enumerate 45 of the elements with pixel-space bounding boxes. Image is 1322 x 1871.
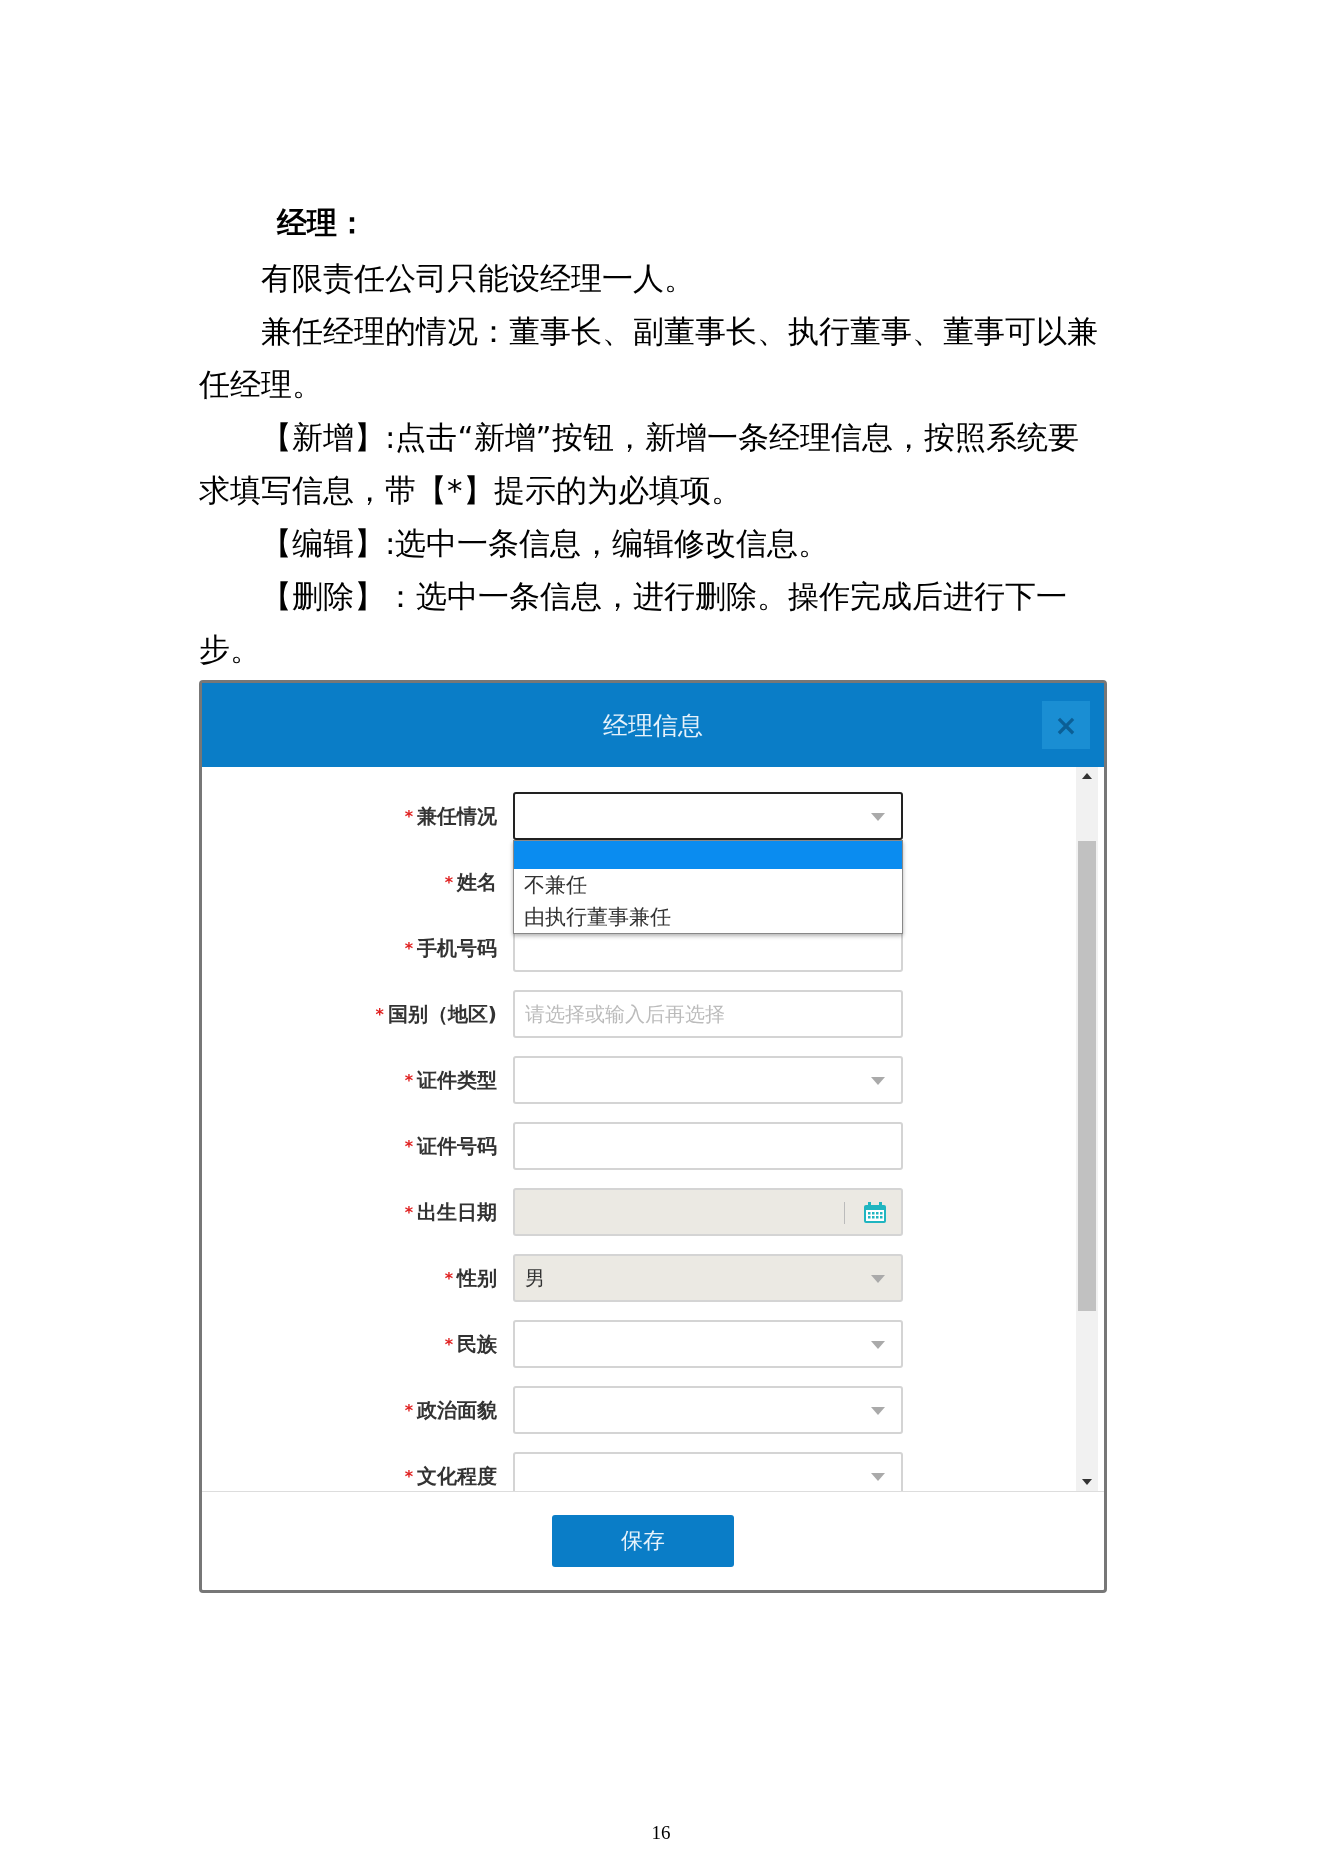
field-label: 民族 bbox=[457, 1330, 497, 1358]
section-heading: 经理： bbox=[277, 204, 368, 242]
paragraph: 【新增】:点击“新增”按钮，新增一条经理信息，按照系统要求填写信息，带【*】提示的为必填项。 bbox=[199, 418, 1080, 510]
input-field[interactable]: 请选择或输入后再选择 bbox=[513, 990, 903, 1038]
paragraph: 有限责任公司只能设经理一人。 bbox=[260, 259, 696, 298]
required-asterisk: * bbox=[404, 1202, 413, 1222]
required-asterisk: * bbox=[444, 872, 453, 892]
select-field[interactable] bbox=[513, 792, 903, 840]
required-asterisk: * bbox=[444, 1334, 453, 1354]
field-label: 兼任情况 bbox=[417, 802, 497, 830]
caret-icon bbox=[871, 1407, 885, 1415]
dropdown-option[interactable]: 由执行董事兼任 bbox=[514, 901, 902, 933]
paragraph: 【删除】：选中一条信息，进行删除。操作完成后进行下一步。 bbox=[199, 577, 1068, 669]
paragraph: 【编辑】:选中一条信息，编辑修改信息。 bbox=[260, 524, 831, 563]
caret-icon bbox=[871, 1341, 885, 1349]
required-asterisk: * bbox=[404, 938, 413, 958]
field-label: 性别 bbox=[457, 1264, 497, 1292]
page-number: 16 bbox=[650, 1822, 672, 1844]
dropdown-option[interactable]: 不兼任 bbox=[514, 869, 902, 901]
scrollbar[interactable] bbox=[1076, 767, 1098, 1491]
required-asterisk: * bbox=[444, 1268, 453, 1288]
field-label: 文化程度 bbox=[417, 1462, 497, 1490]
scroll-down-icon[interactable] bbox=[1082, 1479, 1092, 1485]
caret-icon bbox=[871, 1077, 885, 1085]
caret-icon bbox=[871, 1275, 885, 1283]
required-asterisk: * bbox=[404, 1466, 413, 1486]
field-label: 姓名 bbox=[457, 868, 497, 896]
required-asterisk: * bbox=[404, 806, 413, 826]
caret-icon bbox=[871, 813, 885, 821]
scroll-up-icon[interactable] bbox=[1082, 773, 1092, 779]
field-label: 出生日期 bbox=[417, 1198, 497, 1226]
required-asterisk: * bbox=[404, 1070, 413, 1090]
required-asterisk: * bbox=[375, 1004, 384, 1024]
input-field[interactable] bbox=[513, 1122, 903, 1170]
required-asterisk: * bbox=[404, 1136, 413, 1156]
paragraph: 兼任经理的情况：董事长、副董事长、执行董事、董事可以兼任经理。 bbox=[199, 312, 1099, 404]
caret-icon bbox=[871, 1473, 885, 1481]
field-label: 证件号码 bbox=[417, 1132, 497, 1160]
field-label: 政治面貌 bbox=[417, 1396, 497, 1424]
required-asterisk: * bbox=[404, 1400, 413, 1420]
field-label: 证件类型 bbox=[417, 1066, 497, 1094]
save-button[interactable]: 保存 bbox=[552, 1515, 734, 1567]
field-label: 手机号码 bbox=[417, 934, 497, 962]
dialog-title: 经理信息 bbox=[603, 709, 703, 742]
field-label: 国别（地区) bbox=[387, 1000, 497, 1028]
